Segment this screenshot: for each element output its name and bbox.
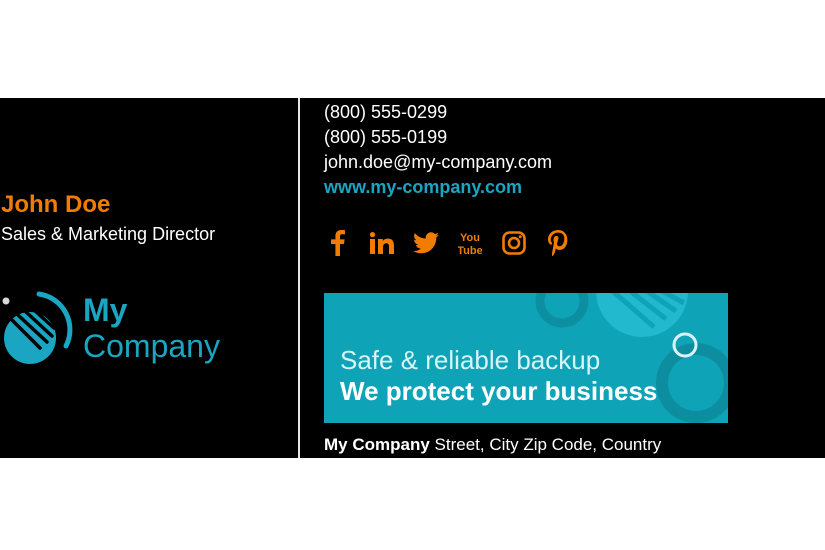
linkedin-icon[interactable] <box>368 229 396 257</box>
facebook-icon[interactable] <box>324 229 352 257</box>
website-link[interactable]: www.my-company.com <box>324 175 552 200</box>
pinterest-icon[interactable] <box>544 229 572 257</box>
phone-secondary[interactable]: (800) 555-0199 <box>324 125 552 150</box>
youtube-label-top: You <box>460 232 480 244</box>
social-icons: You Tube <box>324 226 588 260</box>
email-signature: John Doe Sales & Marketing Director My C… <box>0 98 825 458</box>
instagram-icon[interactable] <box>500 229 528 257</box>
person-title: Sales & Marketing Director <box>1 224 216 244</box>
banner-headline: Safe & reliable backup <box>340 345 601 375</box>
promo-banner[interactable]: Safe & reliable backup We protect your b… <box>324 293 728 423</box>
logo-line-1: My <box>83 292 128 328</box>
company-logo: My Company <box>0 282 240 372</box>
email-link[interactable]: john.doe@my-company.com <box>324 150 552 175</box>
youtube-icon[interactable]: You Tube <box>456 229 484 257</box>
address-company: My Company <box>324 435 430 454</box>
address-line: My Company Street, City Zip Code, Countr… <box>324 435 661 455</box>
company-logo-text: My Company <box>83 292 220 364</box>
address-details: Street, City Zip Code, Country <box>429 435 662 454</box>
contact-block: (800) 555-0299 (800) 555-0199 john.doe@m… <box>324 100 552 200</box>
twitter-icon[interactable] <box>412 229 440 257</box>
vertical-divider <box>298 98 300 458</box>
banner-tagline: We protect your business <box>340 376 658 406</box>
company-logo-icon <box>2 291 73 364</box>
phone-primary[interactable]: (800) 555-0299 <box>324 100 552 125</box>
person-name: John Doe <box>1 191 111 218</box>
logo-line-2: Company <box>83 328 220 364</box>
youtube-label-bottom: Tube <box>458 245 482 257</box>
